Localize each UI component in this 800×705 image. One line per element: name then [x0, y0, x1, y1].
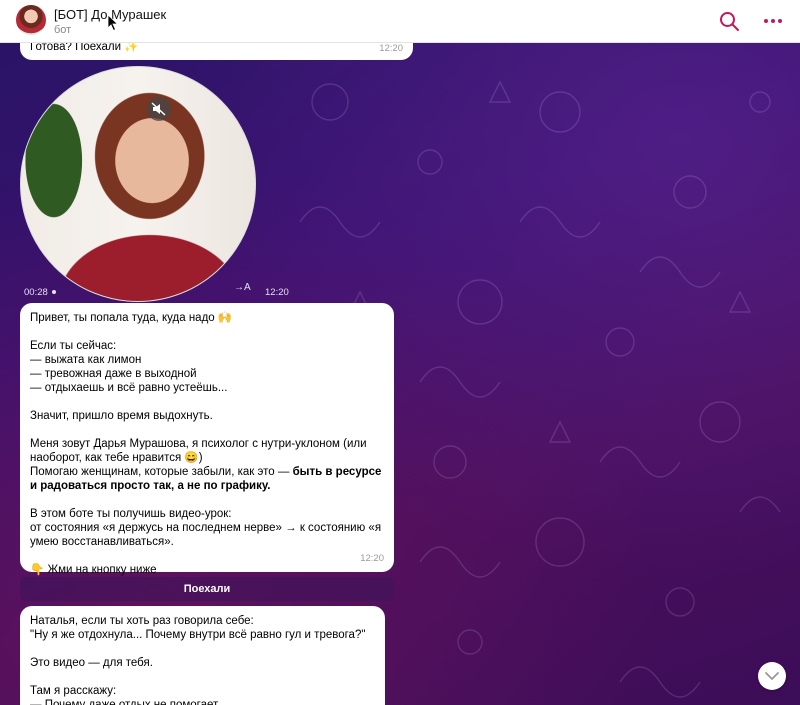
message-time: 12:20	[360, 553, 384, 564]
avatar[interactable]	[16, 5, 46, 35]
inline-keyboard-button[interactable]: Поехали	[20, 577, 394, 601]
message-line3: Там я расскажу: — Почему даже отдых не п…	[30, 685, 219, 705]
message-greeting: Привет, ты попала туда, куда надо 🙌	[30, 312, 233, 324]
message-line2: Это видео — для тебя.	[30, 657, 153, 669]
message-bubble[interactable]: Наталья, если ты хоть раз говорила себе:…	[20, 606, 385, 705]
chat-area[interactable]: Готова? Поехали ✨ 12:20 00:28 →A 12:20 П…	[0, 42, 800, 705]
unplayed-dot	[52, 290, 56, 294]
more-icon[interactable]	[762, 10, 784, 32]
message-line1: Наталья, если ты хоть раз говорила себе:…	[30, 615, 366, 641]
translate-button[interactable]: →A	[234, 282, 256, 298]
chat-subtitle: бот	[54, 24, 72, 36]
speaker-muted-icon	[151, 102, 166, 116]
message-bubble[interactable]: Готова? Поехали ✨ 12:20	[20, 42, 413, 60]
message-intro: Меня зовут Дарья Мурашова, я психолог с …	[30, 437, 384, 493]
mouse-cursor-icon	[107, 14, 119, 32]
message-bubble[interactable]: Привет, ты попала туда, куда надо 🙌 Если…	[20, 303, 394, 576]
message-lesson: В этом боте ты получишь видео-урок: от с…	[30, 508, 382, 548]
search-icon[interactable]	[718, 10, 740, 32]
message-text: Готова? Поехали ✨	[30, 42, 139, 53]
scroll-down-button[interactable]	[758, 662, 786, 690]
chat-header: [БОТ] До Мурашек бот	[0, 0, 800, 43]
message-cta: 👇 Жми на кнопку ниже	[30, 564, 157, 576]
message-means: Значит, пришло время выдохнуть.	[30, 410, 213, 422]
video-duration: 00:28	[24, 287, 48, 298]
message-if-now: Если ты сейчас: — выжата как лимон — тре…	[30, 340, 228, 394]
mute-button[interactable]	[147, 97, 171, 121]
message-time: 12:20	[379, 43, 403, 54]
video-time: 12:20	[265, 287, 289, 298]
video-message[interactable]	[20, 66, 256, 302]
chevron-down-icon	[765, 672, 779, 680]
